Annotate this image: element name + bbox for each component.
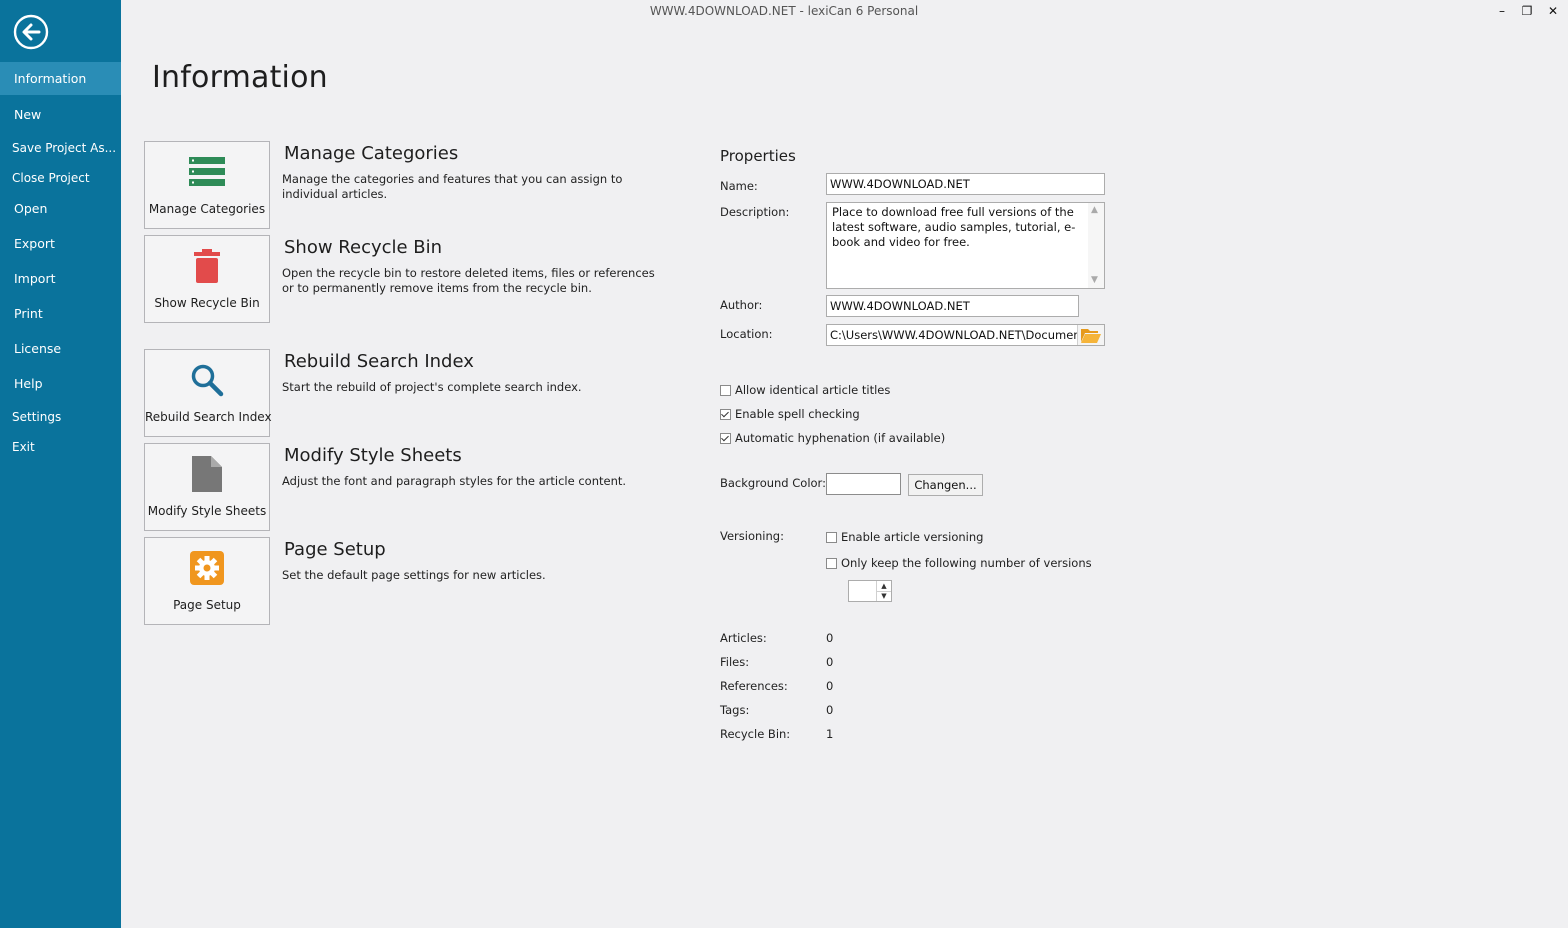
- references-count: 0: [826, 679, 834, 693]
- articles-label: Articles:: [720, 631, 767, 645]
- name-field[interactable]: WWW.4DOWNLOAD.NET: [826, 173, 1105, 195]
- checkbox-box[interactable]: [826, 531, 837, 543]
- sidebar-item-import[interactable]: Import: [0, 262, 121, 295]
- sidebar-item-save-project-as[interactable]: Save Project As...: [0, 132, 121, 165]
- checkbox-label: Enable article versioning: [841, 530, 984, 544]
- checkbox-label: Automatic hyphenation (if available): [735, 431, 946, 445]
- sidebar-item-information[interactable]: Information: [0, 62, 121, 95]
- checkbox-box[interactable]: [720, 384, 731, 396]
- references-label: References:: [720, 679, 788, 693]
- window-title: WWW.4DOWNLOAD.NET - lexiCan 6 Personal: [649, 4, 919, 18]
- sidebar-item-print[interactable]: Print: [0, 297, 121, 330]
- limit-versions-checkbox[interactable]: Only keep the following number of versio…: [826, 556, 1092, 570]
- allow-identical-titles-checkbox[interactable]: Allow identical article titles: [720, 383, 890, 397]
- restore-button[interactable]: ❐: [1517, 2, 1537, 20]
- arrow-left-circle-icon: [13, 14, 49, 50]
- tags-label: Tags:: [720, 703, 750, 717]
- description-text: Place to download free full versions of …: [832, 205, 1076, 249]
- show-recycle-bin-heading: Show Recycle Bin: [284, 237, 443, 258]
- stepper-down-icon[interactable]: ▼: [877, 591, 891, 601]
- rebuild-search-index-tile[interactable]: Rebuild Search Index: [144, 349, 272, 437]
- checkbox-label: Only keep the following number of versio…: [841, 556, 1092, 570]
- scroll-down-icon[interactable]: ▼: [1091, 275, 1098, 285]
- page-title: Information: [152, 60, 328, 95]
- stepper-buttons: ▲ ▼: [876, 581, 891, 601]
- show-recycle-bin-tile-label: Show Recycle Bin: [154, 296, 260, 310]
- folder-open-icon: [1081, 328, 1101, 343]
- rebuild-search-index-description: Start the rebuild of project's complete …: [282, 380, 582, 394]
- files-label: Files:: [720, 655, 750, 669]
- enable-versioning-checkbox[interactable]: Enable article versioning: [826, 530, 983, 544]
- sidebar-item-open[interactable]: Open: [0, 192, 121, 225]
- checkbox-box[interactable]: [826, 557, 837, 569]
- change-color-button[interactable]: Changen...: [908, 474, 983, 496]
- files-count: 0: [826, 655, 834, 669]
- author-label: Author:: [720, 298, 763, 312]
- modify-style-sheets-heading: Modify Style Sheets: [284, 445, 462, 466]
- search-icon: [191, 364, 224, 397]
- version-count-stepper[interactable]: ▲ ▼: [848, 580, 892, 602]
- rebuild-search-index-tile-label: Rebuild Search Index: [145, 410, 272, 424]
- sidebar-item-exit[interactable]: Exit: [0, 431, 121, 464]
- description-label: Description:: [720, 205, 790, 219]
- description-field[interactable]: Place to download free full versions of …: [826, 202, 1105, 289]
- properties-title: Properties: [720, 147, 796, 165]
- background-color-swatch[interactable]: [826, 473, 901, 495]
- sidebar-item-license[interactable]: License: [0, 332, 121, 365]
- modify-style-sheets-description: Adjust the font and paragraph styles for…: [282, 474, 627, 488]
- show-recycle-bin-tile[interactable]: Show Recycle Bin: [144, 235, 270, 323]
- page-setup-heading: Page Setup: [284, 539, 386, 560]
- articles-count: 0: [826, 631, 834, 645]
- rebuild-search-index-heading: Rebuild Search Index: [284, 351, 474, 372]
- sidebar: Information New Save Project As... Close…: [0, 0, 121, 928]
- sidebar-item-close-project[interactable]: Close Project: [0, 162, 121, 195]
- location-label: Location:: [720, 327, 773, 341]
- browse-location-button[interactable]: [1077, 325, 1104, 345]
- sidebar-item-export[interactable]: Export: [0, 227, 121, 260]
- checkbox-label: Allow identical article titles: [735, 383, 891, 397]
- checkbox-label: Enable spell checking: [735, 407, 860, 421]
- checkbox-box[interactable]: [720, 432, 731, 444]
- recycle-bin-count: 1: [826, 727, 834, 741]
- sidebar-item-settings[interactable]: Settings: [0, 401, 121, 434]
- trash-icon: [194, 249, 220, 283]
- location-field[interactable]: C:\Users\WWW.4DOWNLOAD.NET\Documents: [826, 324, 1105, 346]
- page-setup-tile-label: Page Setup: [173, 598, 241, 612]
- document-icon: [192, 456, 222, 492]
- gear-icon: [190, 551, 224, 585]
- scroll-up-icon[interactable]: ▲: [1091, 205, 1098, 215]
- background-color-label: Background Color:: [720, 476, 826, 490]
- automatic-hyphenation-checkbox[interactable]: Automatic hyphenation (if available): [720, 431, 945, 445]
- modify-style-sheets-tile-label: Modify Style Sheets: [147, 504, 267, 518]
- checkbox-box[interactable]: [720, 408, 731, 420]
- name-label: Name:: [720, 179, 758, 193]
- minimize-button[interactable]: –: [1492, 2, 1512, 20]
- back-button[interactable]: [13, 14, 49, 50]
- tags-count: 0: [826, 703, 834, 717]
- modify-style-sheets-tile[interactable]: Modify Style Sheets: [144, 443, 270, 531]
- close-button[interactable]: ✕: [1543, 2, 1563, 20]
- show-recycle-bin-description: Open the recycle bin to restore deleted …: [282, 266, 655, 295]
- page-setup-tile[interactable]: Page Setup: [144, 537, 270, 625]
- manage-categories-tile-label: Manage Categories: [148, 202, 266, 216]
- categories-list-icon: [189, 157, 225, 186]
- recycle-bin-label: Recycle Bin:: [720, 727, 791, 741]
- description-scrollbar[interactable]: ▲ ▼: [1088, 203, 1104, 288]
- manage-categories-description: Manage the categories and features that …: [282, 172, 623, 201]
- enable-spell-checking-checkbox[interactable]: Enable spell checking: [720, 407, 860, 421]
- author-field[interactable]: WWW.4DOWNLOAD.NET: [826, 295, 1079, 317]
- sidebar-item-help[interactable]: Help: [0, 367, 121, 400]
- page-setup-description: Set the default page settings for new ar…: [282, 568, 546, 582]
- versioning-label: Versioning:: [720, 529, 784, 543]
- manage-categories-tile[interactable]: Manage Categories: [144, 141, 270, 229]
- sidebar-item-new[interactable]: New: [0, 98, 121, 131]
- manage-categories-heading: Manage Categories: [284, 143, 459, 164]
